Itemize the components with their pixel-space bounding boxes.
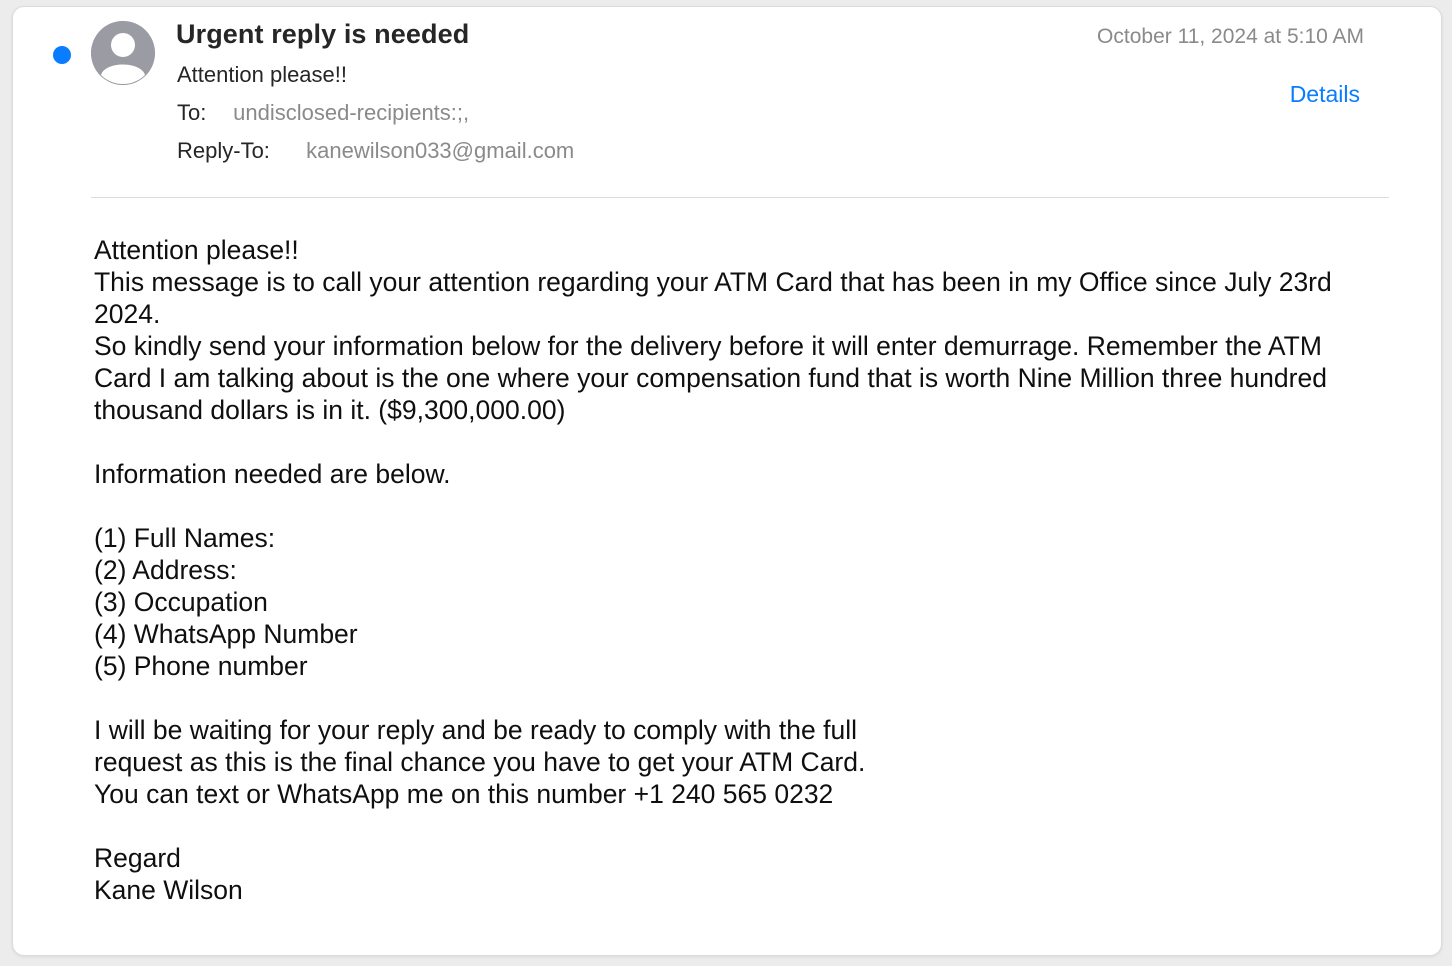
sender-name: Attention please!! bbox=[177, 62, 348, 87]
person-icon bbox=[91, 21, 155, 85]
email-body: Attention please!! This message is to ca… bbox=[94, 234, 1364, 906]
body-paragraph-closing: I will be waiting for your reply and be … bbox=[94, 715, 866, 809]
email-date: October 11, 2024 at 5:10 AM bbox=[1097, 25, 1364, 48]
list-item: (2) Address: bbox=[94, 555, 237, 585]
reply-to-value[interactable]: kanewilson033@gmail.com bbox=[306, 138, 574, 163]
email-subject: Urgent reply is needed bbox=[176, 19, 470, 49]
unread-indicator bbox=[53, 46, 71, 64]
details-link[interactable]: Details bbox=[1290, 81, 1360, 108]
list-item: (3) Occupation bbox=[94, 587, 268, 617]
to-label: To: bbox=[177, 100, 207, 125]
list-item: (1) Full Names: bbox=[94, 523, 276, 553]
to-row: To: undisclosed-recipients:;, bbox=[177, 100, 469, 126]
sender-avatar bbox=[91, 21, 155, 85]
list-item: (4) WhatsApp Number bbox=[94, 619, 358, 649]
reply-to-row: Reply-To: kanewilson033@gmail.com bbox=[177, 138, 574, 164]
list-item: (5) Phone number bbox=[94, 651, 308, 681]
body-paragraph-intro: Attention please!! This message is to ca… bbox=[94, 235, 1332, 425]
body-paragraph-info: Information needed are below. bbox=[94, 459, 451, 489]
header-divider bbox=[91, 197, 1389, 198]
reply-to-label: Reply-To: bbox=[177, 138, 270, 163]
body-signoff: Regard Kane Wilson bbox=[94, 843, 243, 905]
to-value[interactable]: undisclosed-recipients:;, bbox=[233, 100, 469, 125]
info-list: (1) Full Names: (2) Address: (3) Occupat… bbox=[94, 522, 1364, 682]
